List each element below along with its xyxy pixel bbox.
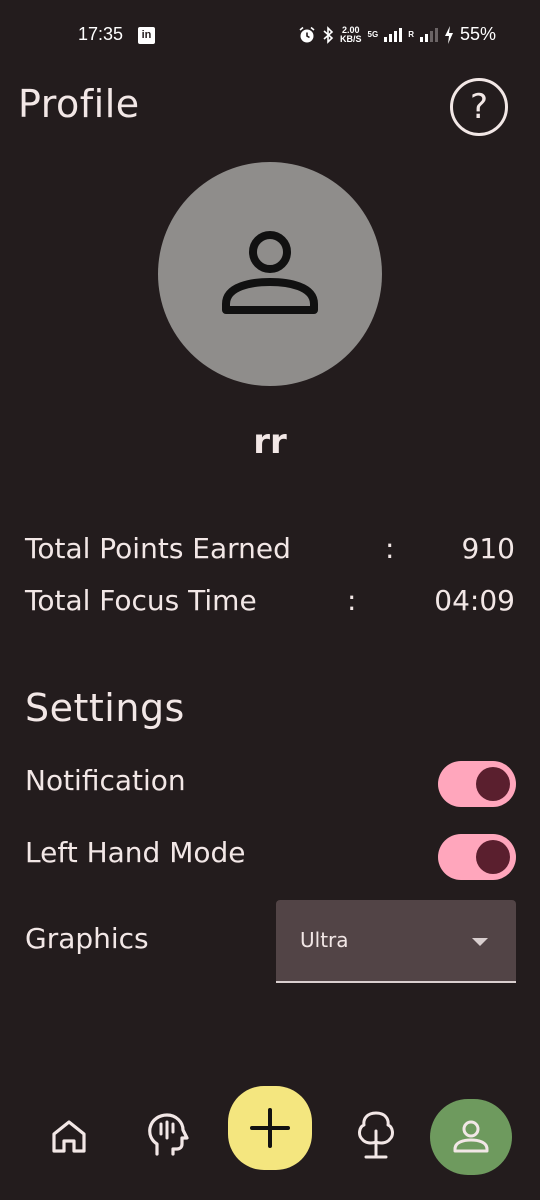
dropdown-arrow-icon xyxy=(472,938,488,946)
status-time: 17:35 xyxy=(78,24,124,44)
nav-profile[interactable] xyxy=(430,1099,512,1175)
graphics-label: Graphics xyxy=(25,922,149,955)
charging-icon xyxy=(444,25,453,44)
bluetooth-icon xyxy=(323,25,334,44)
roaming-label: R xyxy=(408,30,414,39)
battery-level: 55% xyxy=(459,24,496,44)
head-icon xyxy=(148,1113,189,1156)
toggle-knob xyxy=(476,840,510,874)
avatar[interactable] xyxy=(158,162,382,386)
alarm-icon xyxy=(299,26,315,42)
status-icons: 2.00 KB/S 5G R 55% xyxy=(298,24,496,45)
question-circle-icon: ? xyxy=(469,87,489,127)
stat-label: Total Points Earned xyxy=(25,532,291,565)
stat-separator: : xyxy=(347,584,357,617)
status-bar: 17:35 in 2.00 KB/S 5G R 55% xyxy=(0,0,540,70)
stat-separator: : xyxy=(385,532,395,565)
linkedin-icon: in xyxy=(138,27,155,44)
profile-screen: 17:35 in 2.00 KB/S 5G R 55% Profile ? rr… xyxy=(0,0,540,1200)
graphics-selected-value: Ultra xyxy=(300,928,349,952)
nav-home[interactable] xyxy=(44,1108,94,1164)
page-title: Profile xyxy=(18,82,140,126)
tree-icon xyxy=(358,1111,394,1159)
nav-add-button[interactable] xyxy=(228,1086,312,1170)
stat-label: Total Focus Time xyxy=(25,584,257,617)
nav-focus[interactable] xyxy=(138,1106,194,1164)
graphics-dropdown[interactable]: Ultra xyxy=(276,900,516,983)
stat-total-points: Total Points Earned : 910 xyxy=(25,532,515,572)
stat-value: 910 xyxy=(461,532,515,565)
toggle-knob xyxy=(476,767,510,801)
network-type: 5G xyxy=(367,30,379,39)
signal-icon-secondary xyxy=(419,27,438,42)
settings-title: Settings xyxy=(25,686,185,730)
left-hand-mode-toggle[interactable] xyxy=(438,834,516,880)
net-speed-unit: KB/S xyxy=(340,33,362,44)
username: rr xyxy=(253,422,287,462)
notification-label: Notification xyxy=(25,764,186,797)
person-icon xyxy=(222,231,318,314)
help-button[interactable]: ? xyxy=(450,78,508,136)
nav-tree[interactable] xyxy=(352,1104,400,1166)
plus-icon xyxy=(250,1108,290,1148)
stat-value: 04:09 xyxy=(434,584,515,617)
stat-total-focus-time: Total Focus Time : 04:09 xyxy=(25,584,515,624)
person-icon xyxy=(453,1120,489,1153)
home-icon xyxy=(52,1120,86,1153)
left-hand-mode-label: Left Hand Mode xyxy=(25,836,246,869)
net-speed: 2.00 KB/S xyxy=(340,25,362,44)
signal-icon xyxy=(384,27,403,42)
notification-toggle[interactable] xyxy=(438,761,516,807)
bottom-nav xyxy=(0,1080,540,1190)
